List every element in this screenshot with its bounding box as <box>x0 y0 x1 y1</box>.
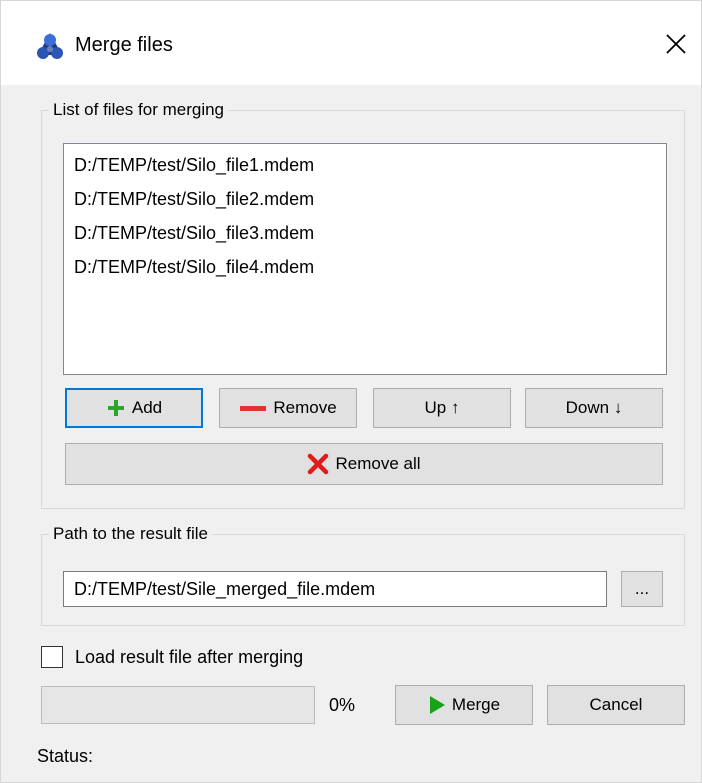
play-icon <box>429 696 445 714</box>
list-item[interactable]: D:/TEMP/test/Silo_file2.mdem <box>74 182 656 216</box>
window-title: Merge files <box>75 34 173 56</box>
down-button-label: Down ↓ <box>565 398 623 417</box>
title-bar: Merge files <box>1 1 701 85</box>
down-button[interactable]: Down ↓ <box>525 388 663 428</box>
cancel-button-label: Cancel <box>589 695 643 714</box>
up-button[interactable]: Up ↑ <box>373 388 511 428</box>
list-item[interactable]: D:/TEMP/test/Silo_file3.mdem <box>74 216 656 250</box>
status-label: Status: <box>37 746 94 766</box>
progress-percent: 0% <box>329 695 356 715</box>
minus-icon <box>240 406 267 411</box>
browse-button[interactable]: ... <box>621 571 663 607</box>
files-group-label: List of files for merging <box>49 99 229 121</box>
load-after-merge-checkbox[interactable] <box>41 646 63 668</box>
cancel-button[interactable]: Cancel <box>547 685 685 725</box>
remove-button[interactable]: Remove <box>219 388 357 428</box>
close-icon[interactable] <box>661 29 691 59</box>
result-path-input[interactable]: D:/TEMP/test/Sile_merged_file.mdem <box>63 571 607 607</box>
file-list[interactable]: D:/TEMP/test/Silo_file1.mdem D:/TEMP/tes… <box>63 143 667 375</box>
app-logo-icon <box>37 33 63 59</box>
merge-button-label: Merge <box>451 695 501 714</box>
up-button-label: Up ↑ <box>424 398 460 417</box>
remove-button-label: Remove <box>273 398 337 417</box>
plus-icon <box>107 400 124 416</box>
add-button[interactable]: Add <box>65 388 203 428</box>
remove-all-button-label: Remove all <box>335 454 421 473</box>
merge-button[interactable]: Merge <box>395 685 533 725</box>
result-path-group-label: Path to the result file <box>49 523 212 545</box>
merge-progress-bar <box>41 686 315 724</box>
merge-files-dialog: Merge files List of files for merging D:… <box>0 0 702 783</box>
browse-button-label: ... <box>634 579 650 598</box>
list-item[interactable]: D:/TEMP/test/Silo_file1.mdem <box>74 148 656 182</box>
list-item[interactable]: D:/TEMP/test/Silo_file4.mdem <box>74 250 656 284</box>
add-button-label: Add <box>131 398 163 417</box>
red-x-icon <box>308 453 329 475</box>
load-after-merge-label[interactable]: Load result file after merging <box>75 644 303 670</box>
remove-all-button[interactable]: Remove all <box>65 443 663 485</box>
